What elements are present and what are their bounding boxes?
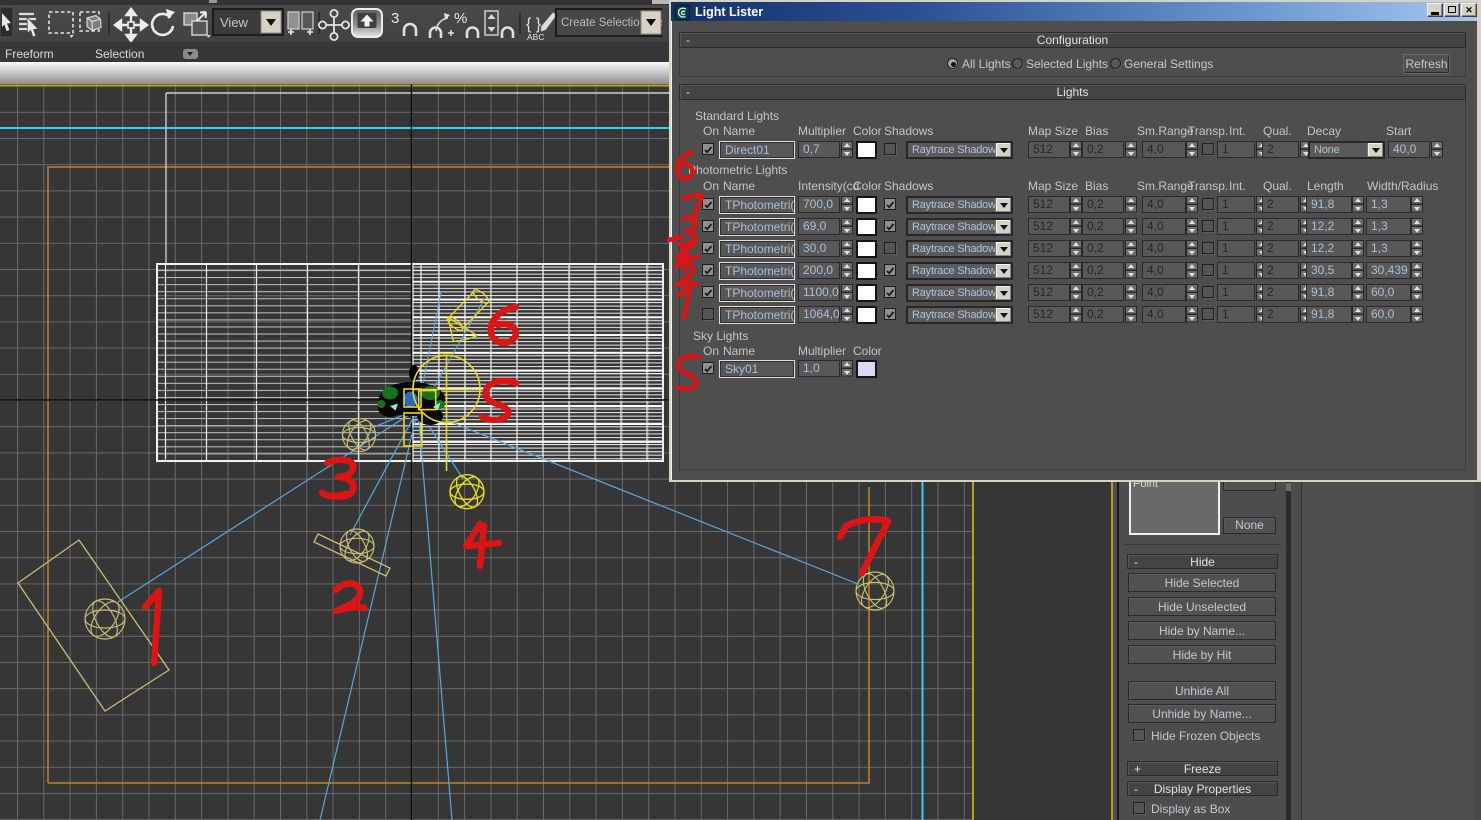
svg-text:{ }: { } (526, 16, 542, 33)
svg-text:ABC: ABC (527, 32, 544, 42)
svg-text:3: 3 (391, 10, 399, 27)
svg-text:%: % (454, 10, 467, 27)
svg-text:View: View (220, 15, 249, 30)
